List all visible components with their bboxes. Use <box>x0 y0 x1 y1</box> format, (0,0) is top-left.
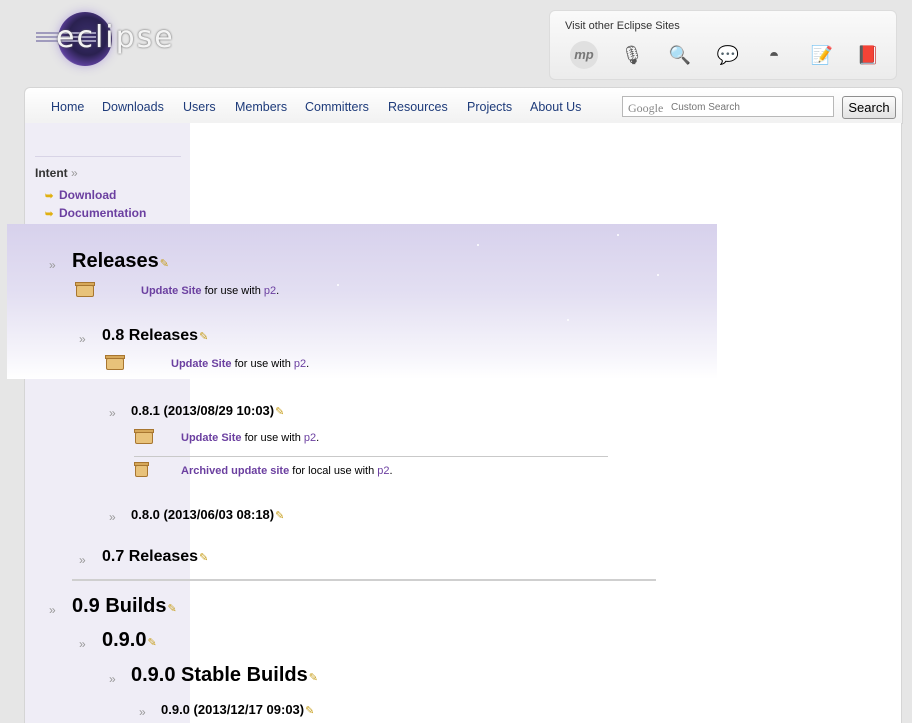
sidebar-link-documentation[interactable]: ➥ Documentation <box>45 206 146 220</box>
microphone-icon[interactable]: 🎙 <box>618 41 646 69</box>
search-button[interactable]: Search <box>842 96 896 119</box>
other-sites-title: Visit other Eclipse Sites <box>565 20 680 32</box>
expand-arrow[interactable]: » <box>79 553 86 567</box>
expand-arrow[interactable]: » <box>109 406 116 420</box>
nav-downloads[interactable]: Downloads <box>102 100 164 114</box>
release-080-heading: 0.8.0 (2013/06/03 08:18)✎ <box>131 507 285 522</box>
builds-09-heading: 0.9 Builds✎ <box>72 595 177 617</box>
releases-08-heading: 0.8 Releases✎ <box>102 327 209 344</box>
sidebar-link-download[interactable]: ➥ Download <box>45 188 116 202</box>
releases-heading: Releases✎ <box>72 250 169 272</box>
pencil-icon[interactable]: ✎ <box>199 552 208 564</box>
release-081-update-line: Update Site for use with p2. <box>181 432 320 444</box>
build-090-stable-heading: 0.9.0 Stable Builds✎ <box>131 664 318 686</box>
archived-update-site-link[interactable]: Archived update site <box>181 465 289 477</box>
other-sites-panel: Visit other Eclipse Sites mp 🎙 🔍 💬 ◓ 📝 📕 <box>549 10 897 80</box>
archive-icon <box>134 462 149 477</box>
release-081-archive-line: Archived update site for local use with … <box>181 465 393 477</box>
row-divider <box>134 456 608 457</box>
pencil-icon[interactable]: ✎ <box>275 406 284 418</box>
bowl-icon[interactable]: ◓ <box>760 41 788 69</box>
pencil-icon[interactable]: ✎ <box>275 510 284 522</box>
nav-home[interactable]: Home <box>51 100 84 114</box>
pencil-icon[interactable]: ✎ <box>167 603 176 615</box>
expand-arrow[interactable]: » <box>79 637 86 651</box>
package-icon <box>75 282 95 297</box>
notepad-icon[interactable]: 📝 <box>808 41 836 69</box>
p2-link[interactable]: p2 <box>294 358 306 370</box>
pencil-icon[interactable]: ✎ <box>199 331 208 343</box>
chat-bubbles-icon[interactable]: 💬 <box>714 41 742 69</box>
section-divider <box>72 579 656 581</box>
package-icon <box>105 355 125 370</box>
nav-resources[interactable]: Resources <box>388 100 448 114</box>
logo-text: eclipse <box>56 20 175 55</box>
expand-arrow[interactable]: » <box>79 332 86 346</box>
update-site-link[interactable]: Update Site <box>171 358 232 370</box>
nav-committers[interactable]: Committers <box>305 100 369 114</box>
magnifier-icon[interactable]: 🔍 <box>666 41 694 69</box>
release-081-heading: 0.8.1 (2013/08/29 10:03)✎ <box>131 403 285 418</box>
build-090-cut-heading: 0.9.0 (2013/12/17 09:03)✎ <box>161 702 315 717</box>
arrow-icon: ➥ <box>45 209 54 220</box>
nav-about-us[interactable]: About Us <box>530 100 581 114</box>
search-box: Google <box>622 96 834 117</box>
content-area <box>190 123 902 723</box>
nav-projects[interactable]: Projects <box>467 100 512 114</box>
mp-icon[interactable]: mp <box>570 41 598 69</box>
update-site-link[interactable]: Update Site <box>141 285 202 297</box>
releases-update-line: Update Site for use with p2. <box>141 285 280 297</box>
book-icon[interactable]: 📕 <box>854 41 882 69</box>
eclipse-logo[interactable]: eclipse <box>36 12 173 68</box>
arrow-icon: ➥ <box>45 191 54 202</box>
expand-arrow[interactable]: » <box>139 705 146 719</box>
expand-arrow[interactable]: » <box>109 510 116 524</box>
package-icon <box>134 429 154 444</box>
p2-link[interactable]: p2 <box>264 285 276 297</box>
nav-members[interactable]: Members <box>235 100 287 114</box>
main-navigation: Home Downloads Users Members Committers … <box>24 87 903 124</box>
releases-07-heading: 0.7 Releases✎ <box>102 548 209 565</box>
build-090-heading: 0.9.0✎ <box>102 629 157 651</box>
p2-link[interactable]: p2 <box>377 465 389 477</box>
update-site-link[interactable]: Update Site <box>181 432 242 444</box>
expand-arrow[interactable]: » <box>49 603 56 617</box>
nav-users[interactable]: Users <box>183 100 216 114</box>
sidebar-divider <box>35 156 181 157</box>
expand-arrow[interactable]: » <box>49 258 56 272</box>
p2-link[interactable]: p2 <box>304 432 316 444</box>
pencil-icon[interactable]: ✎ <box>147 637 156 649</box>
pencil-icon[interactable]: ✎ <box>160 258 169 270</box>
pencil-icon[interactable]: ✎ <box>305 705 314 717</box>
search-input[interactable] <box>623 97 833 116</box>
pencil-icon[interactable]: ✎ <box>309 672 318 684</box>
releases-08-update-line: Update Site for use with p2. <box>171 358 310 370</box>
sidebar-heading: Intent » <box>35 166 78 180</box>
expand-arrow[interactable]: » <box>109 672 116 686</box>
